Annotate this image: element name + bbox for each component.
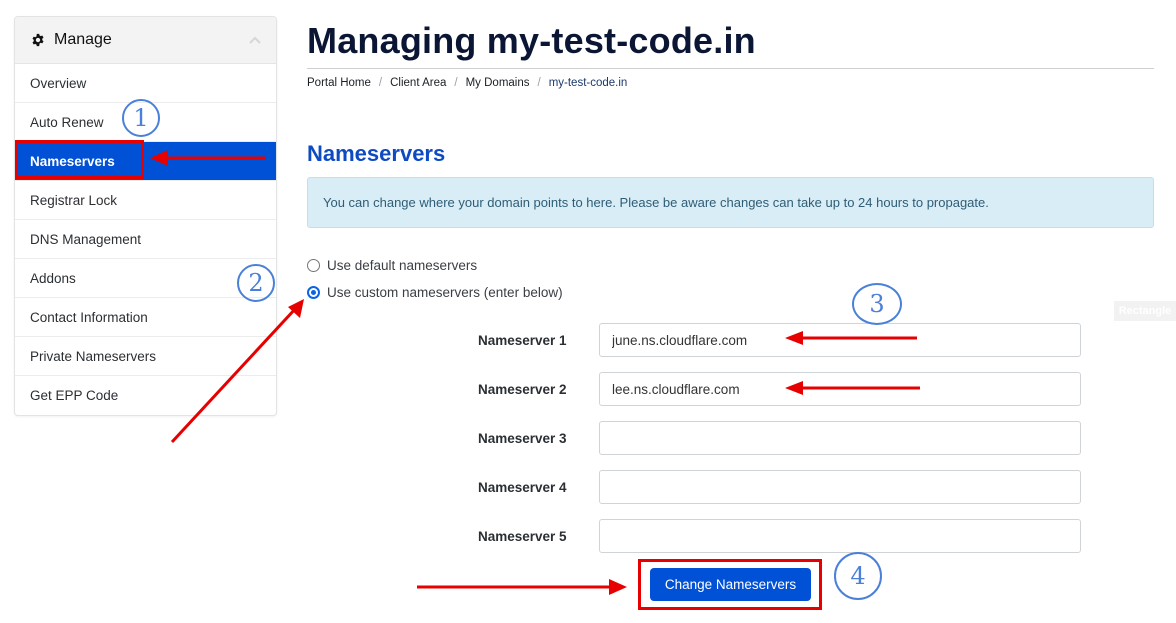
nameserver-5-input[interactable] [599,519,1081,553]
nameserver-3-input[interactable] [599,421,1081,455]
sidebar-item-label: Private Nameservers [30,348,157,364]
radio-button[interactable] [307,259,320,272]
sidebar-item-registrar-lock[interactable]: Registrar Lock [15,181,276,220]
radio-button-checked[interactable] [307,286,320,299]
nameserver-2-label: Nameserver 2 [478,381,567,397]
sidebar-item-label: Addons [30,270,76,286]
sidebar-item-label: DNS Management [30,231,142,247]
breadcrumb-client-area[interactable]: Client Area [390,77,446,89]
nameserver-3-row: Nameserver 3 [478,421,1081,455]
highlight-box-submit [638,559,822,610]
sidebar-item-private-nameservers[interactable]: Private Nameservers [15,337,276,376]
step-4-marker: 4 [834,552,882,600]
nameserver-1-input[interactable] [599,323,1081,357]
sidebar-item-label: Auto Renew [30,114,104,130]
breadcrumb: Portal Home / Client Area / My Domains /… [307,77,627,89]
breadcrumb-separator: / [537,77,541,89]
sidebar-title: Manage [54,31,112,48]
highlight-box-nameservers [15,140,144,179]
nameserver-1-label: Nameserver 1 [478,332,567,348]
sidebar-item-contact-information[interactable]: Contact Information [15,298,276,337]
breadcrumb-current-domain: my-test-code.in [548,77,628,89]
sidebar-item-dns-management[interactable]: DNS Management [15,220,276,259]
breadcrumb-separator: / [378,77,383,89]
arrow-to-submit-button [417,579,627,595]
sidebar-item-overview[interactable]: Overview [15,64,276,103]
radio-label: Use default nameservers [327,258,478,273]
breadcrumb-my-domains[interactable]: My Domains [466,77,530,89]
sidebar-header[interactable]: Manage [15,17,276,64]
nameserver-4-label: Nameserver 4 [478,479,567,495]
step-3-marker: 3 [852,283,902,325]
gear-icon [31,33,45,47]
title-divider [307,68,1154,69]
breadcrumb-portal-home[interactable]: Portal Home [307,77,371,89]
step-1-marker: 1 [122,99,160,137]
nameserver-2-input[interactable] [599,372,1081,406]
nameservers-section-title: Nameservers [307,141,446,166]
nameserver-5-label: Nameserver 5 [478,528,567,544]
radio-custom-nameservers[interactable]: Use custom nameservers (enter below) [307,285,563,300]
nameserver-3-label: Nameserver 3 [478,430,567,446]
chevron-up-icon[interactable] [248,35,262,45]
nameserver-1-row: Nameserver 1 [478,323,1081,357]
radio-default-nameservers[interactable]: Use default nameservers [307,258,477,273]
info-alert: You can change where your domain points … [307,177,1154,228]
nameserver-4-input[interactable] [599,470,1081,504]
nameserver-2-row: Nameserver 2 [478,372,1081,406]
radio-label: Use custom nameservers (enter below) [327,285,563,300]
sidebar-item-label: Registrar Lock [30,192,118,208]
sidebar-item-label: Overview [30,75,87,91]
rectangle-tag: Rectangle [1114,301,1176,321]
nameserver-5-row: Nameserver 5 [478,519,1081,553]
page-title: Managing my-test-code.in [307,20,756,61]
breadcrumb-separator: / [454,77,458,89]
step-2-marker: 2 [237,264,275,302]
manage-sidebar: Manage Overview Auto Renew Nameservers R… [14,16,277,416]
nameserver-4-row: Nameserver 4 [478,470,1081,504]
sidebar-item-label: Contact Information [30,309,148,325]
sidebar-item-get-epp-code[interactable]: Get EPP Code [15,376,276,415]
sidebar-item-label: Get EPP Code [30,388,119,403]
info-alert-text: You can change where your domain points … [323,195,989,210]
